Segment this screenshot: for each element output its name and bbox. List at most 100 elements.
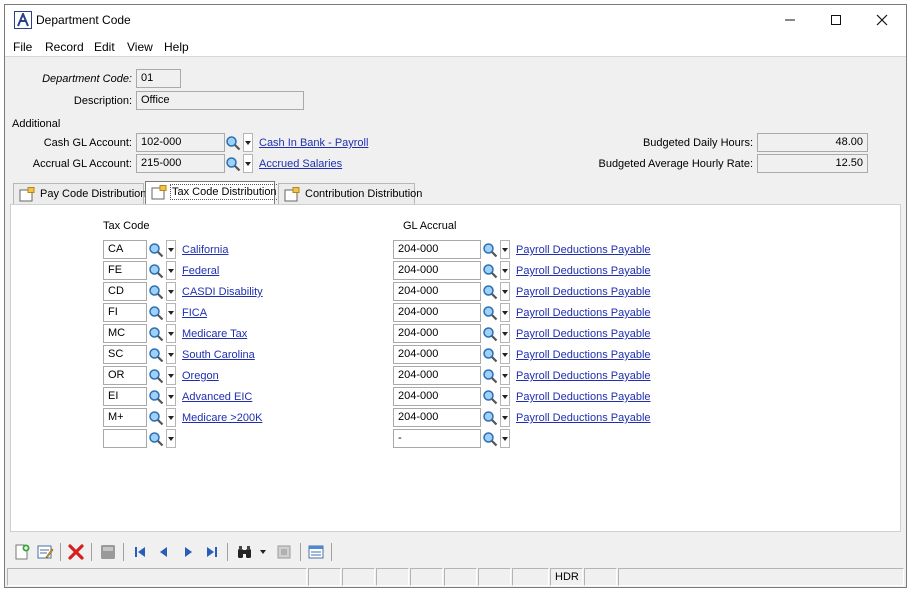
- gl-accrual-name-link[interactable]: Payroll Deductions Payable: [516, 244, 651, 256]
- tax-code-name-link[interactable]: Oregon: [182, 370, 219, 382]
- tax-code-name-link[interactable]: FICA: [182, 307, 207, 319]
- gl-accrual-lookup-button[interactable]: [481, 240, 499, 259]
- tax-code-dropdown-button[interactable]: [166, 408, 176, 427]
- edit-record-button[interactable]: [34, 542, 56, 562]
- tab-tax-code-distribution[interactable]: Tax Code Distribution: [145, 181, 279, 205]
- gl-accrual-dropdown-button[interactable]: [500, 387, 510, 406]
- menu-view[interactable]: View: [127, 40, 153, 54]
- tax-code-field[interactable]: SC: [103, 345, 147, 364]
- gl-accrual-field[interactable]: 204-000: [393, 387, 481, 406]
- tax-code-name-link[interactable]: South Carolina: [182, 349, 255, 361]
- layout-button[interactable]: [305, 542, 327, 562]
- gl-accrual-lookup-button[interactable]: [481, 345, 499, 364]
- gl-accrual-lookup-button[interactable]: [481, 408, 499, 427]
- tax-code-field[interactable]: CA: [103, 240, 147, 259]
- notes-button[interactable]: [273, 542, 295, 562]
- tax-code-lookup-button[interactable]: [147, 324, 165, 343]
- tax-code-name-link[interactable]: Federal: [182, 265, 219, 277]
- gl-accrual-lookup-button[interactable]: [481, 261, 499, 280]
- tab-pay-code-distribution[interactable]: Pay Code Distribution: [13, 183, 146, 205]
- gl-accrual-field[interactable]: 204-000: [393, 324, 481, 343]
- menu-record[interactable]: Record: [45, 40, 84, 54]
- budgeted-average-rate-field[interactable]: 12.50: [757, 154, 868, 173]
- tax-code-dropdown-button[interactable]: [166, 303, 176, 322]
- tax-code-dropdown-button[interactable]: [166, 366, 176, 385]
- tax-code-field[interactable]: EI: [103, 387, 147, 406]
- accrual-gl-lookup-button[interactable]: [224, 154, 242, 173]
- cash-gl-field[interactable]: 102-000: [136, 133, 225, 152]
- gl-accrual-dropdown-button[interactable]: [500, 240, 510, 259]
- new-record-button[interactable]: [11, 542, 33, 562]
- gl-accrual-field[interactable]: 204-000: [393, 366, 481, 385]
- tax-code-lookup-button[interactable]: [147, 408, 165, 427]
- maximize-button[interactable]: [813, 5, 859, 35]
- gl-accrual-dropdown-button[interactable]: [500, 282, 510, 301]
- minimize-button[interactable]: [767, 5, 813, 35]
- tax-code-lookup-button[interactable]: [147, 345, 165, 364]
- tax-code-lookup-button[interactable]: [147, 261, 165, 280]
- first-record-button[interactable]: [129, 542, 151, 562]
- tax-code-field[interactable]: [103, 429, 147, 448]
- gl-accrual-field[interactable]: 204-000: [393, 261, 481, 280]
- gl-accrual-name-link[interactable]: Payroll Deductions Payable: [516, 286, 651, 298]
- gl-accrual-lookup-button[interactable]: [481, 429, 499, 448]
- gl-accrual-field[interactable]: 204-000: [393, 345, 481, 364]
- gl-accrual-dropdown-button[interactable]: [500, 366, 510, 385]
- tax-code-lookup-button[interactable]: [147, 240, 165, 259]
- gl-accrual-field[interactable]: 204-000: [393, 408, 481, 427]
- tax-code-field[interactable]: MC: [103, 324, 147, 343]
- gl-accrual-lookup-button[interactable]: [481, 366, 499, 385]
- tax-code-dropdown-button[interactable]: [166, 261, 176, 280]
- menu-edit[interactable]: Edit: [94, 40, 115, 54]
- save-record-button[interactable]: [97, 542, 119, 562]
- gl-accrual-dropdown-button[interactable]: [500, 303, 510, 322]
- next-record-button[interactable]: [177, 542, 199, 562]
- tax-code-name-link[interactable]: Advanced EIC: [182, 391, 252, 403]
- budgeted-daily-hours-field[interactable]: 48.00: [757, 133, 868, 152]
- find-button[interactable]: [234, 542, 256, 562]
- gl-accrual-lookup-button[interactable]: [481, 303, 499, 322]
- tax-code-dropdown-button[interactable]: [166, 282, 176, 301]
- last-record-button[interactable]: [201, 542, 223, 562]
- accrual-gl-dropdown-button[interactable]: [243, 154, 253, 173]
- tax-code-lookup-button[interactable]: [147, 387, 165, 406]
- tax-code-name-link[interactable]: Medicare >200K: [182, 412, 262, 424]
- tax-code-dropdown-button[interactable]: [166, 429, 176, 448]
- tax-code-dropdown-button[interactable]: [166, 240, 176, 259]
- gl-accrual-name-link[interactable]: Payroll Deductions Payable: [516, 265, 651, 277]
- department-code-field[interactable]: 01: [136, 69, 181, 88]
- cash-gl-dropdown-button[interactable]: [243, 133, 253, 152]
- menu-help[interactable]: Help: [164, 40, 189, 54]
- gl-accrual-dropdown-button[interactable]: [500, 261, 510, 280]
- delete-record-button[interactable]: [65, 542, 87, 562]
- tax-code-field[interactable]: M+: [103, 408, 147, 427]
- tax-code-field[interactable]: CD: [103, 282, 147, 301]
- gl-accrual-lookup-button[interactable]: [481, 387, 499, 406]
- gl-accrual-lookup-button[interactable]: [481, 282, 499, 301]
- previous-record-button[interactable]: [153, 542, 175, 562]
- gl-accrual-field[interactable]: 204-000: [393, 303, 481, 322]
- gl-accrual-dropdown-button[interactable]: [500, 324, 510, 343]
- tax-code-name-link[interactable]: Medicare Tax: [182, 328, 247, 340]
- tax-code-lookup-button[interactable]: [147, 303, 165, 322]
- gl-accrual-field[interactable]: 204-000: [393, 282, 481, 301]
- tax-code-name-link[interactable]: California: [182, 244, 228, 256]
- tax-code-field[interactable]: FI: [103, 303, 147, 322]
- tax-code-dropdown-button[interactable]: [166, 324, 176, 343]
- close-button[interactable]: [859, 5, 905, 35]
- gl-accrual-lookup-button[interactable]: [481, 324, 499, 343]
- accrual-gl-link[interactable]: Accrued Salaries: [259, 158, 342, 170]
- tax-code-field[interactable]: FE: [103, 261, 147, 280]
- gl-accrual-dropdown-button[interactable]: [500, 429, 510, 448]
- accrual-gl-field[interactable]: 215-000: [136, 154, 225, 173]
- gl-accrual-dropdown-button[interactable]: [500, 345, 510, 364]
- tab-contribution-distribution[interactable]: Contribution Distribution: [278, 183, 422, 205]
- gl-accrual-name-link[interactable]: Payroll Deductions Payable: [516, 370, 651, 382]
- gl-accrual-name-link[interactable]: Payroll Deductions Payable: [516, 412, 651, 424]
- gl-accrual-name-link[interactable]: Payroll Deductions Payable: [516, 391, 651, 403]
- gl-accrual-dropdown-button[interactable]: [500, 408, 510, 427]
- description-field[interactable]: Office: [136, 91, 304, 110]
- cash-gl-link[interactable]: Cash In Bank - Payroll: [259, 137, 368, 149]
- find-dropdown-button[interactable]: [257, 542, 269, 562]
- gl-accrual-name-link[interactable]: Payroll Deductions Payable: [516, 328, 651, 340]
